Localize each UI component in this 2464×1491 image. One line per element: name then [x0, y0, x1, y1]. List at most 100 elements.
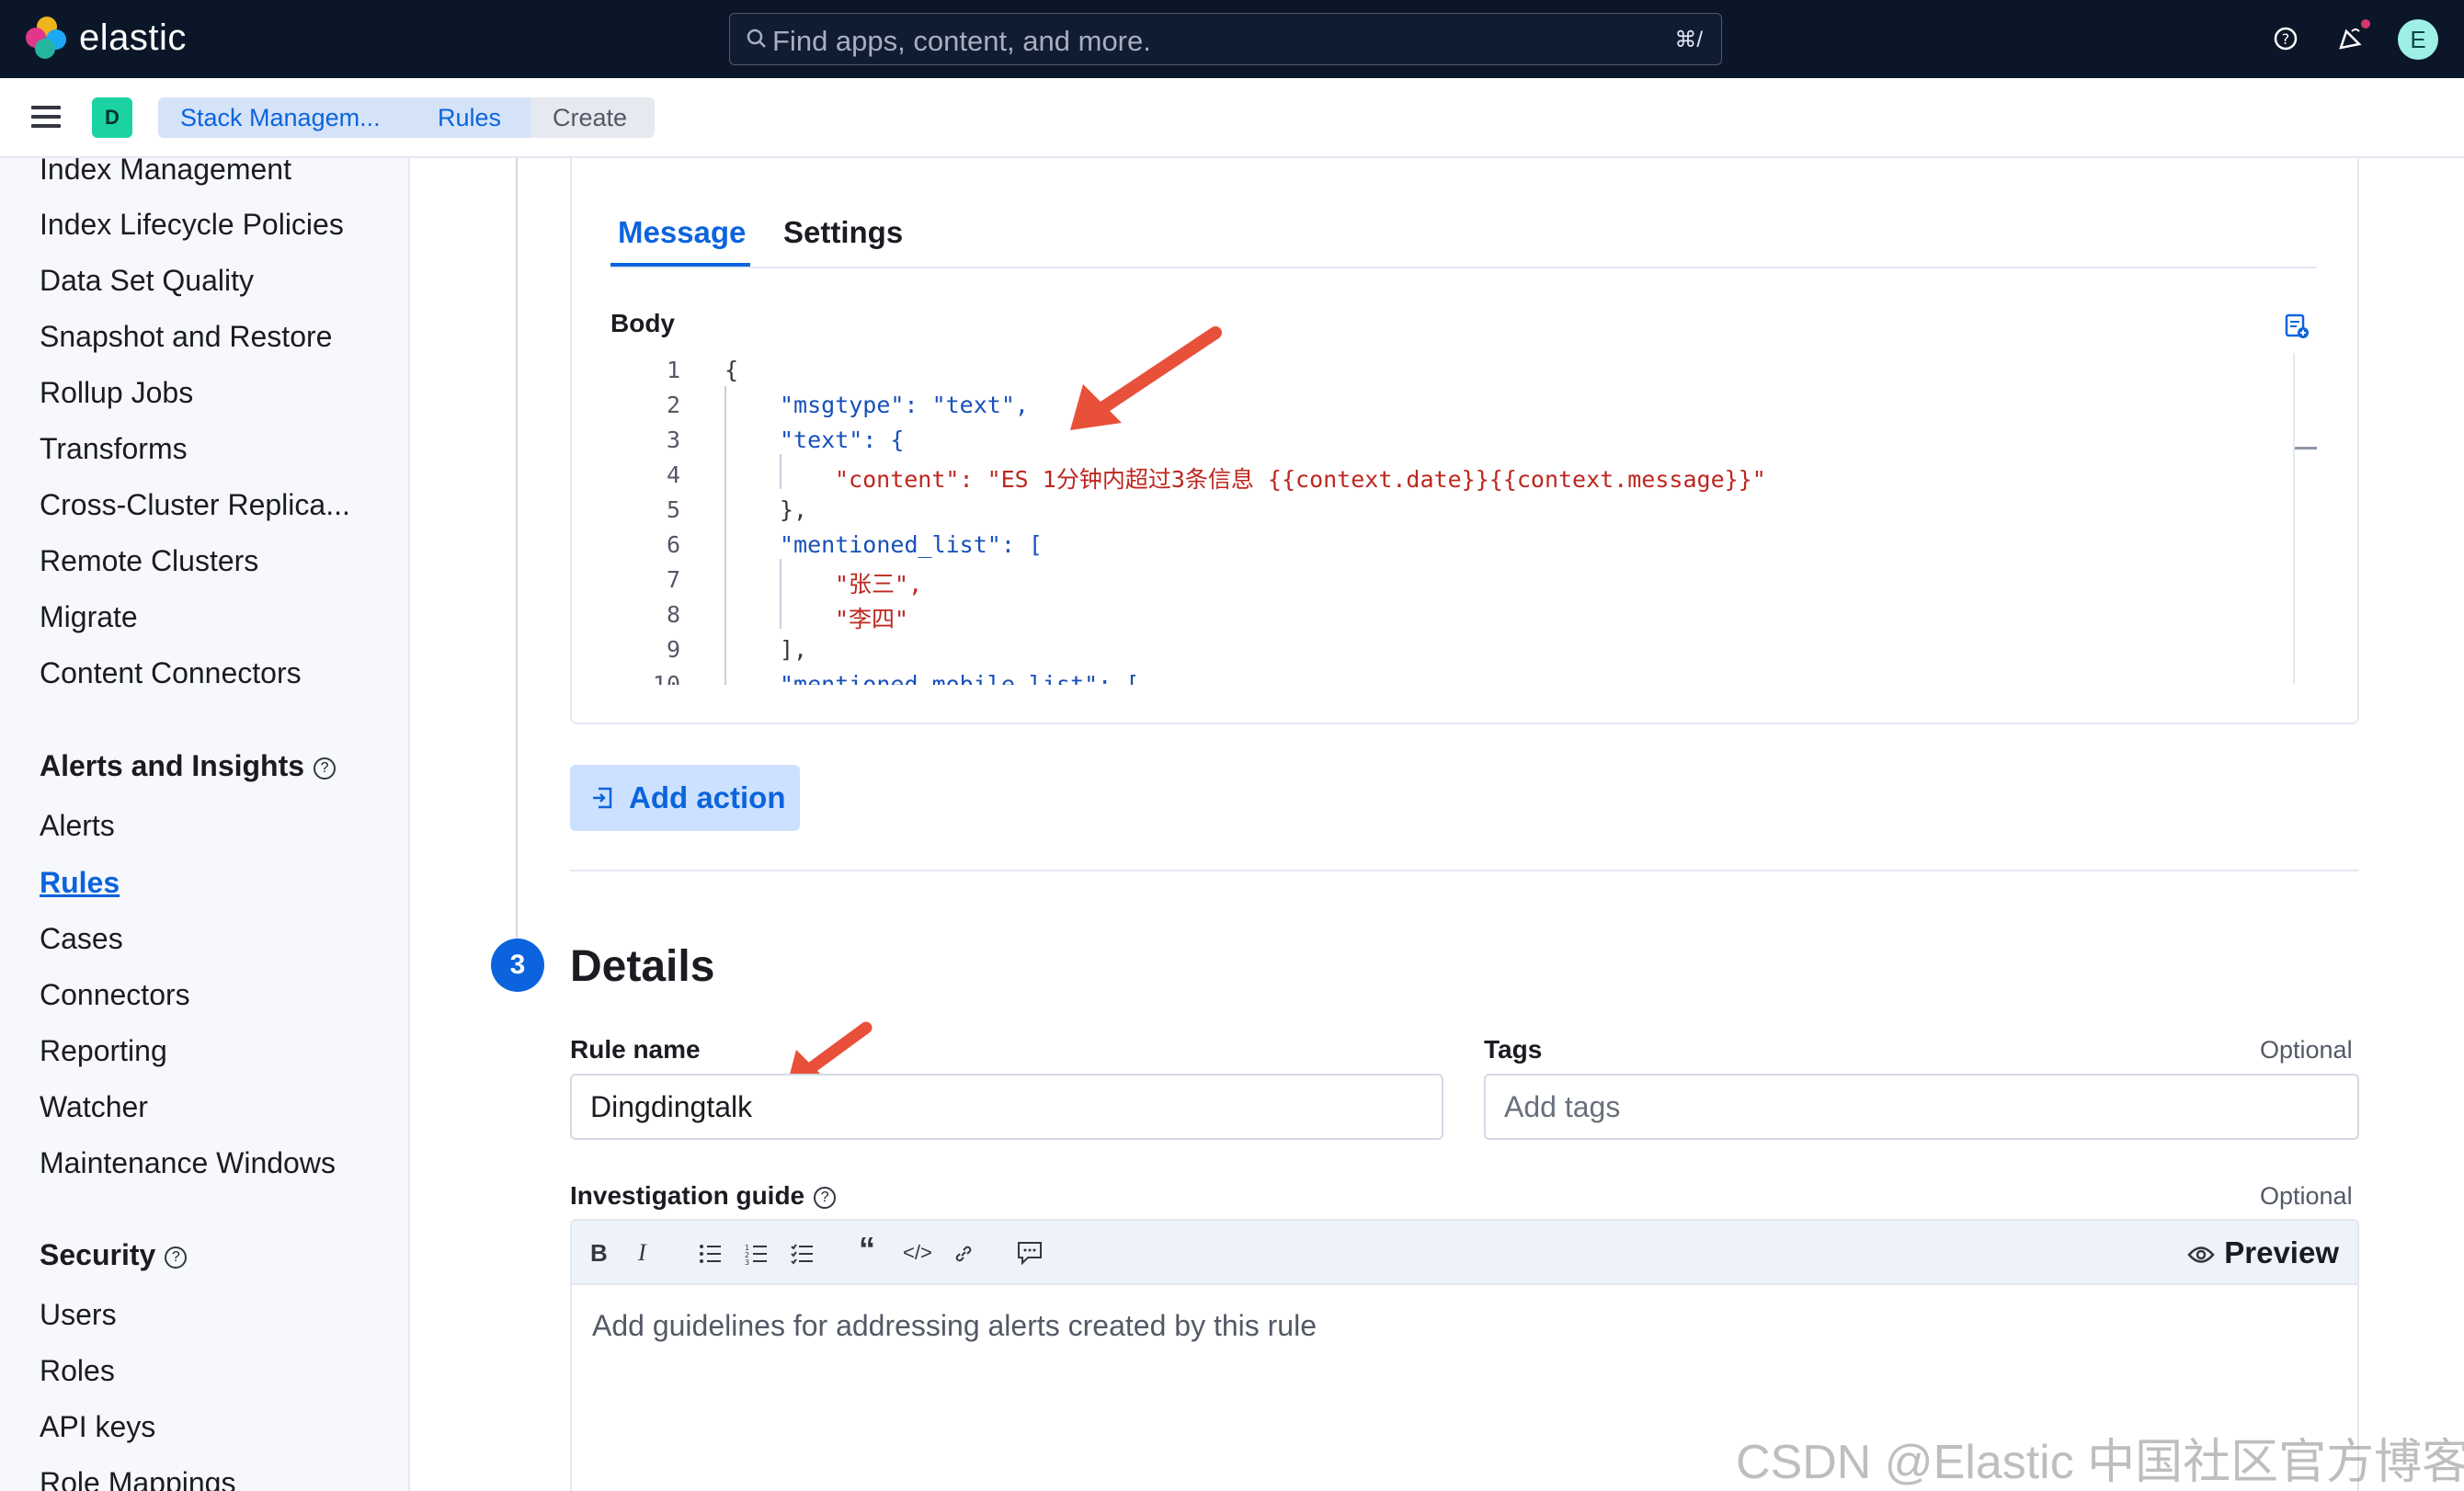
- line-number: 8: [666, 601, 680, 628]
- italic-icon[interactable]: I: [638, 1239, 646, 1267]
- menu-toggle-icon[interactable]: [31, 106, 61, 128]
- tags-optional: Optional: [2260, 1036, 2353, 1064]
- help-icon[interactable]: ?: [165, 1246, 188, 1269]
- brand-name: elastic: [79, 17, 187, 58]
- code-line: "mentioned_list": [: [780, 531, 1043, 558]
- user-avatar[interactable]: E: [2398, 19, 2438, 60]
- nav-item-rollup-jobs[interactable]: Rollup Jobs: [40, 376, 193, 410]
- comment-icon[interactable]: [1017, 1241, 1043, 1265]
- search-icon: [747, 28, 766, 48]
- nav-item-data-set-quality[interactable]: Data Set Quality: [40, 264, 254, 298]
- svg-text:3: 3: [745, 1258, 749, 1265]
- nav-item-connectors[interactable]: Connectors: [40, 978, 190, 1012]
- bold-icon[interactable]: B: [590, 1239, 608, 1268]
- space-selector[interactable]: D: [92, 97, 132, 138]
- task-list-icon[interactable]: [791, 1243, 815, 1265]
- add-action-button[interactable]: Add action: [570, 765, 800, 831]
- investigation-guide-label: Investigation guide?: [570, 1181, 837, 1211]
- breadcrumb-create: Create: [530, 97, 655, 138]
- nav-heading-security-label: Security: [40, 1238, 156, 1271]
- markdown-toolbar: B I 123 “ </> Preview: [570, 1219, 2359, 1285]
- code-editor[interactable]: 1 2 3 4 5 6 7 8 9 10 { "msgtype": "text"…: [610, 349, 2317, 685]
- code-line: "msgtype": "text",: [780, 392, 1029, 418]
- nav-heading-alerts-label: Alerts and Insights: [40, 749, 305, 782]
- nav-item-watcher[interactable]: Watcher: [40, 1090, 148, 1124]
- details-heading: Details: [570, 942, 715, 991]
- line-number: 10: [652, 671, 680, 685]
- top-header: elastic Find apps, content, and more. ⌘/…: [0, 0, 2464, 78]
- indent-guide: [724, 386, 726, 685]
- nav-item-roles[interactable]: Roles: [40, 1354, 115, 1388]
- tab-message[interactable]: Message: [618, 215, 746, 250]
- line-number: 3: [666, 427, 680, 453]
- breadcrumb: Stack Managem... Rules Create: [158, 97, 655, 138]
- nav-item-transforms[interactable]: Transforms: [40, 432, 188, 466]
- code-line: {: [724, 357, 739, 383]
- indent-guide: [780, 559, 781, 629]
- preview-button[interactable]: Preview: [2187, 1235, 2339, 1270]
- code-line: "text": {: [780, 427, 905, 453]
- help-icon[interactable]: ?: [814, 1186, 837, 1209]
- nav-item-alerts[interactable]: Alerts: [40, 809, 115, 843]
- nav-item-content-connectors[interactable]: Content Connectors: [40, 656, 302, 690]
- nav-item-index-management[interactable]: Index Management: [40, 158, 291, 187]
- line-number: 6: [666, 531, 680, 558]
- nav-heading-alerts: Alerts and Insights?: [40, 749, 337, 783]
- indent-guide: [780, 454, 781, 489]
- rule-name-label: Rule name: [570, 1035, 701, 1064]
- line-number: 5: [666, 496, 680, 523]
- plug-icon: [593, 787, 612, 809]
- code-line: ],: [780, 636, 808, 663]
- tags-label: Tags: [1484, 1035, 1543, 1064]
- svg-text:?: ?: [2282, 30, 2290, 48]
- breadcrumb-stack-management[interactable]: Stack Managem...: [158, 97, 416, 138]
- nav-item-users[interactable]: Users: [40, 1298, 117, 1332]
- quote-icon[interactable]: “: [859, 1230, 875, 1269]
- nav-heading-security: Security?: [40, 1238, 188, 1272]
- code-line: "content": "ES 1分钟内超过3条信息 {{context.date…: [835, 466, 1766, 493]
- link-icon[interactable]: [953, 1243, 975, 1265]
- nav-item-maintenance-windows[interactable]: Maintenance Windows: [40, 1146, 336, 1180]
- guide-placeholder: Add guidelines for addressing alerts cre…: [592, 1309, 1317, 1342]
- annotation-arrow: [1070, 326, 1222, 430]
- elastic-logo-icon: [26, 17, 68, 59]
- add-variable-icon[interactable]: [2284, 313, 2310, 340]
- line-number: 7: [666, 566, 680, 593]
- breadcrumb-rules[interactable]: Rules: [416, 97, 530, 138]
- add-action-label: Add action: [629, 780, 786, 814]
- code-line: "mentioned_mobile_list": [: [780, 671, 1140, 685]
- bullet-list-icon[interactable]: [699, 1243, 723, 1265]
- nav-item-role-mappings[interactable]: Role Mappings: [40, 1466, 235, 1491]
- global-search-input[interactable]: Find apps, content, and more. ⌘/: [729, 13, 1722, 65]
- eye-icon: [2187, 1246, 2215, 1264]
- nav-item-cross-cluster-replication[interactable]: Cross-Cluster Replica...: [40, 488, 350, 522]
- numbered-list-icon[interactable]: 123: [745, 1243, 769, 1265]
- code-icon[interactable]: </>: [903, 1241, 932, 1265]
- step-number-badge: 3: [491, 939, 544, 992]
- nav-item-migrate[interactable]: Migrate: [40, 600, 138, 634]
- notification-dot: [2359, 17, 2372, 30]
- help-icon[interactable]: ?: [314, 757, 337, 780]
- elastic-logo[interactable]: elastic: [26, 17, 187, 59]
- nav-item-index-lifecycle-policies[interactable]: Index Lifecycle Policies: [40, 208, 344, 242]
- nav-item-snapshot-restore[interactable]: Snapshot and Restore: [40, 320, 332, 354]
- breadcrumb-bar: D Stack Managem... Rules Create: [0, 78, 2464, 158]
- side-navigation: Index Management Index Lifecycle Policie…: [0, 158, 410, 1491]
- nav-item-remote-clusters[interactable]: Remote Clusters: [40, 544, 258, 578]
- watermark: CSDN @Elastic 中国社区官方博客: [1736, 1436, 2464, 1489]
- rule-name-input[interactable]: Dingdingtalk: [570, 1074, 1443, 1140]
- tab-settings[interactable]: Settings: [783, 215, 903, 250]
- tab-selected-indicator: [610, 263, 750, 267]
- nav-item-rules[interactable]: Rules: [40, 866, 120, 900]
- line-number: 2: [666, 392, 680, 418]
- editor-scrollbar[interactable]: [2293, 353, 2295, 684]
- line-number: 9: [666, 636, 680, 663]
- tags-input[interactable]: Add tags: [1484, 1074, 2359, 1140]
- nav-item-cases[interactable]: Cases: [40, 922, 123, 956]
- step-connector-line: [516, 158, 518, 939]
- guide-optional: Optional: [2260, 1182, 2353, 1210]
- code-line: "张三",: [835, 571, 923, 598]
- nav-item-reporting[interactable]: Reporting: [40, 1034, 167, 1068]
- help-icon[interactable]: ?: [2267, 20, 2304, 57]
- nav-item-api-keys[interactable]: API keys: [40, 1410, 155, 1444]
